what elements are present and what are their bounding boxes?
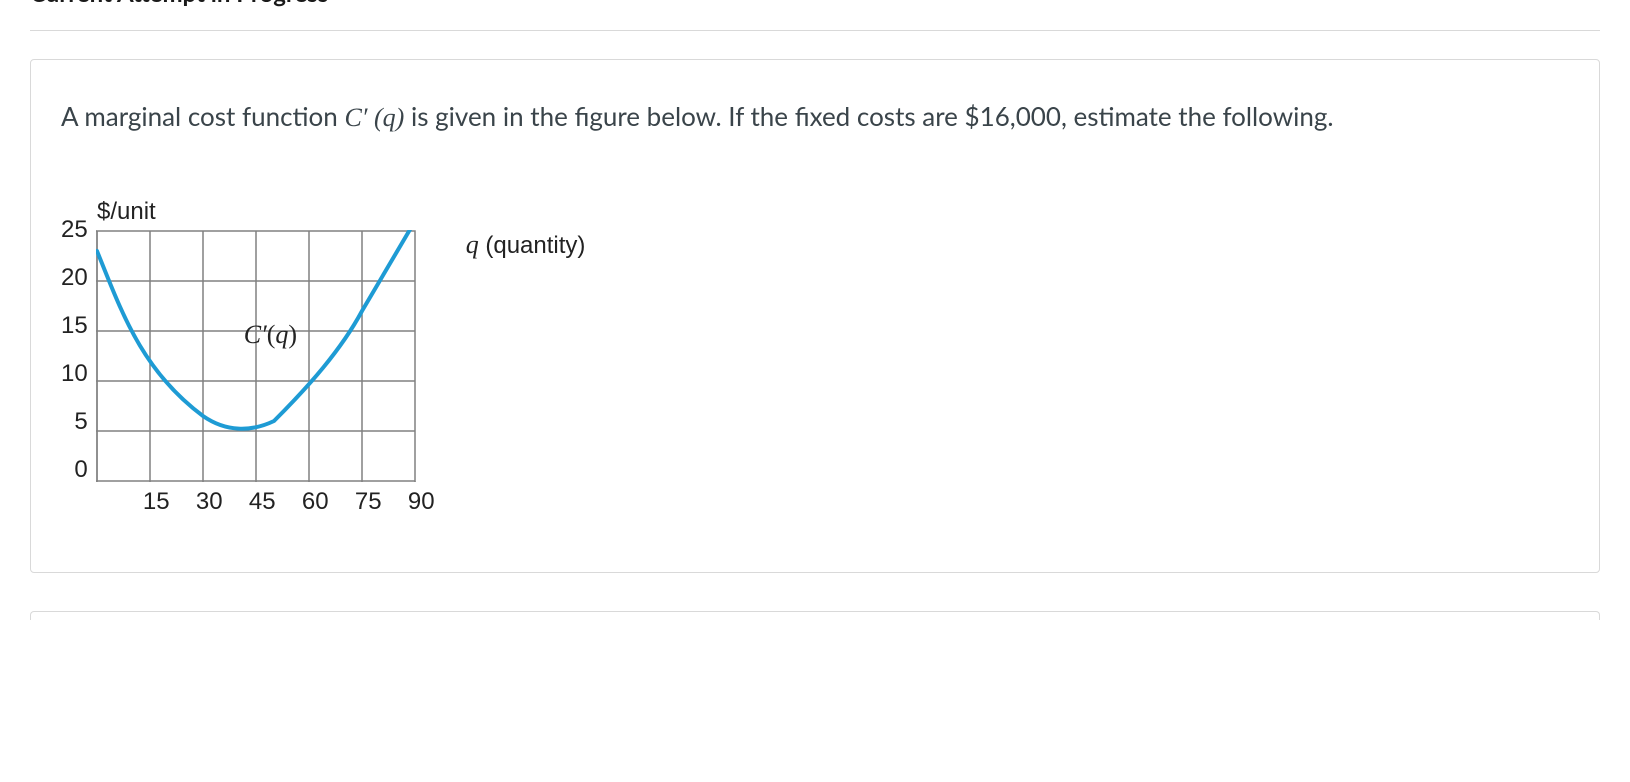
y-axis-ticks: 25 20 15 10 5 0 [61,230,88,494]
question-card: A marginal cost function C′ (q) is given… [30,59,1600,573]
q-func-c: C [344,103,361,132]
y-tick: 5 [61,410,88,434]
y-tick: 0 [61,458,88,482]
x-axis-ticks: 15 30 45 60 75 90 [96,488,448,516]
q-func-open: ( [367,103,382,132]
curve-label: C′(q) [244,320,297,350]
y-tick: 15 [61,314,88,338]
y-tick: 25 [61,218,88,242]
curve-label-var: q [275,320,288,349]
y-tick: 10 [61,362,88,386]
x-tick: 45 [236,488,289,516]
x-tick: 30 [183,488,236,516]
x-axis-var: q [466,230,479,259]
x-axis-rest: (quantity) [479,232,586,259]
x-tick: 90 [395,488,448,516]
chart-svg [96,230,426,482]
question-text: A marginal cost function C′ (q) is given… [61,96,1569,138]
x-tick: 60 [289,488,342,516]
q-func-var: q [383,103,396,132]
x-axis-title: q (quantity) [466,230,586,260]
curve-label-c: C [244,320,261,349]
chart-container: $/unit 25 20 15 10 5 0 [61,198,1569,516]
y-tick: 20 [61,266,88,290]
q-cost: $16,000 [965,100,1061,132]
header-divider [30,30,1600,31]
q-suffix: , estimate the following. [1061,100,1334,132]
plot-area: C′(q) 15 30 45 60 75 90 [96,230,448,516]
q-prefix: A marginal cost function [61,100,344,132]
curve-label-close: ) [288,320,297,349]
y-axis-title: $/unit [97,198,1569,226]
next-card-top [30,611,1600,620]
page-header: Current Attempt in Progress [30,0,1600,24]
q-mid: is given in the figure below. If the fix… [404,100,964,132]
x-tick: 75 [342,488,395,516]
x-tick: 15 [130,488,183,516]
